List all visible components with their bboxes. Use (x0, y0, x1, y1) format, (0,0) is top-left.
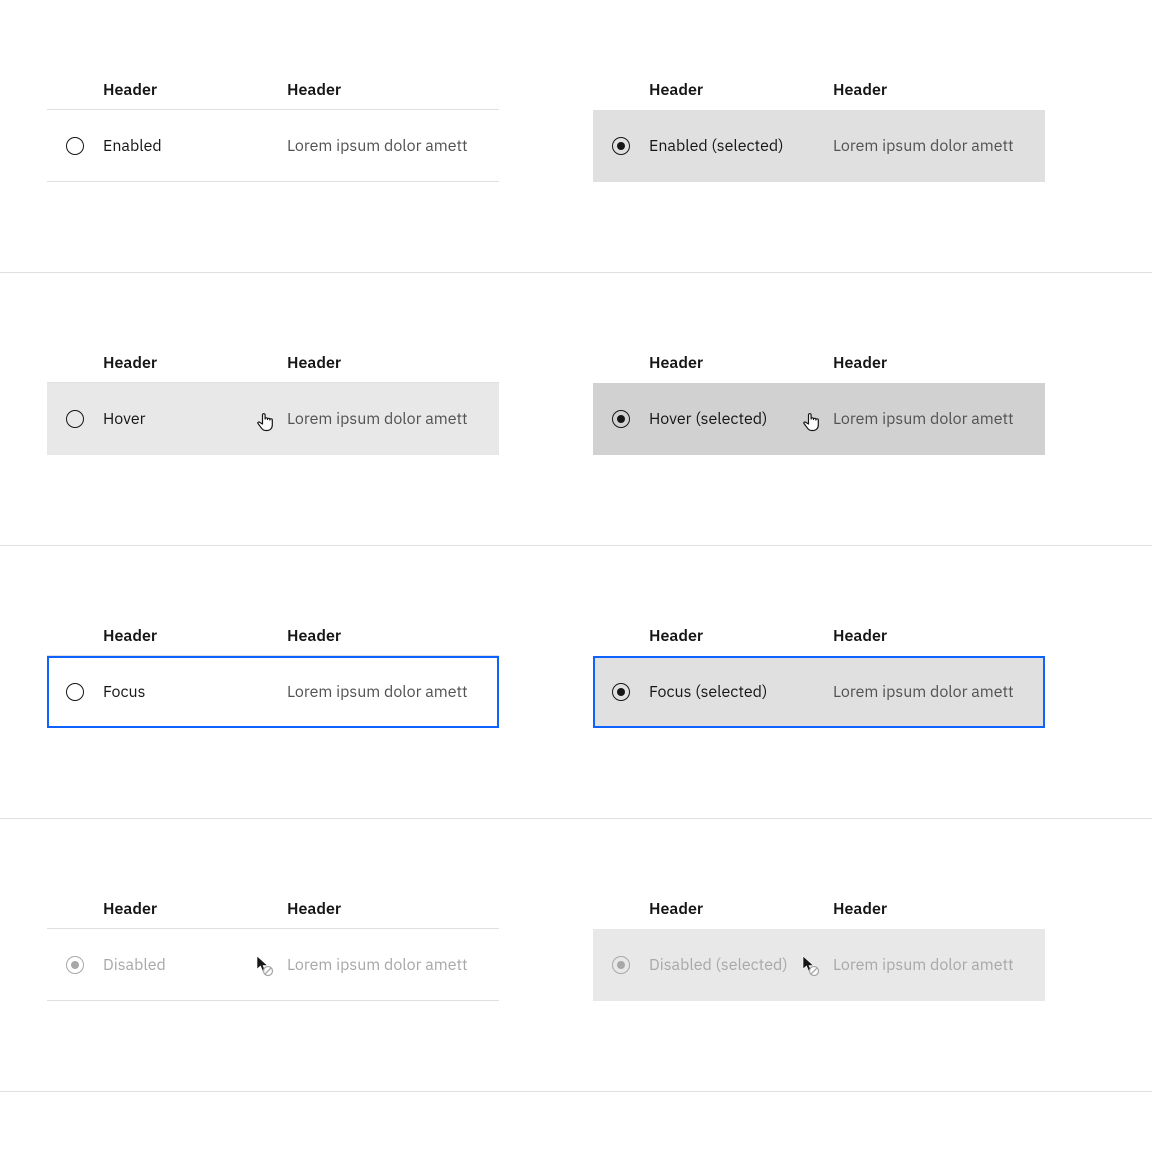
radio-selected-icon[interactable] (612, 410, 630, 428)
state-section-focus: Header Header Focus Lorem ipsum dolor am… (0, 546, 1152, 819)
radio-selected-icon[interactable] (612, 137, 630, 155)
column-header-2: Header (287, 353, 499, 373)
radio-cell[interactable] (47, 410, 103, 428)
radio-cell[interactable] (47, 683, 103, 701)
radio-cell[interactable] (593, 137, 649, 155)
table-header-row: Header Header (593, 343, 1045, 383)
row-text: Lorem ipsum dolor amett (833, 409, 1045, 429)
column-header-2: Header (287, 626, 499, 646)
table-disabled-selected: Header Header Disabled (selected) Lorem … (593, 889, 1045, 1001)
row-text: Lorem ipsum dolor amett (833, 682, 1045, 702)
column-header-2: Header (833, 80, 1045, 100)
table-header-row: Header Header (47, 70, 499, 110)
state-label: Focus (103, 682, 287, 702)
table-header-row: Header Header (593, 70, 1045, 110)
radio-cell (47, 956, 103, 974)
row-text: Lorem ipsum dolor amett (287, 682, 499, 702)
table-hover-selected: Header Header Hover (selected) Lorem ips… (593, 343, 1045, 455)
table-hover-unselected: Header Header Hover Lorem ipsum dolor am… (47, 343, 499, 455)
column-header-1: Header (593, 626, 833, 646)
table-row-disabled: Disabled Lorem ipsum dolor amett (47, 929, 499, 1001)
table-row-disabled-selected: Disabled (selected) Lorem ipsum dolor am… (593, 929, 1045, 1001)
table-header-row: Header Header (47, 889, 499, 929)
column-header-1: Header (47, 353, 287, 373)
radio-icon[interactable] (66, 137, 84, 155)
state-section-hover: Header Header Hover Lorem ipsum dolor am… (0, 273, 1152, 546)
state-section-enabled: Header Header Enabled Lorem ipsum dolor … (0, 0, 1152, 273)
radio-cell[interactable] (593, 410, 649, 428)
column-header-1: Header (47, 626, 287, 646)
not-allowed-cursor-icon (255, 955, 275, 977)
table-row-enabled-selected[interactable]: Enabled (selected) Lorem ipsum dolor ame… (593, 110, 1045, 182)
state-label: Enabled (103, 136, 287, 156)
row-text: Lorem ipsum dolor amett (833, 955, 1045, 975)
table-row-focus[interactable]: Focus Lorem ipsum dolor amett (47, 656, 499, 728)
column-header-1: Header (593, 353, 833, 373)
table-enabled-selected: Header Header Enabled (selected) Lorem i… (593, 70, 1045, 182)
not-allowed-cursor-icon (801, 955, 821, 977)
state-label: Focus (selected) (649, 682, 833, 702)
column-header-1: Header (47, 80, 287, 100)
table-header-row: Header Header (593, 889, 1045, 929)
radio-icon[interactable] (66, 410, 84, 428)
row-text: Lorem ipsum dolor amett (287, 955, 499, 975)
column-header-2: Header (833, 899, 1045, 919)
table-row-hover[interactable]: Hover Lorem ipsum dolor amett (47, 383, 499, 455)
table-header-row: Header Header (47, 616, 499, 656)
table-focus-unselected: Header Header Focus Lorem ipsum dolor am… (47, 616, 499, 728)
column-header-2: Header (833, 353, 1045, 373)
row-text: Lorem ipsum dolor amett (287, 136, 499, 156)
column-header-1: Header (593, 80, 833, 100)
radio-cell (593, 956, 649, 974)
radio-disabled-selected-icon (612, 956, 630, 974)
pointer-cursor-icon (255, 411, 275, 433)
column-header-1: Header (593, 899, 833, 919)
pointer-cursor-icon (801, 411, 821, 433)
column-header-2: Header (287, 80, 499, 100)
state-label: Enabled (selected) (649, 136, 833, 156)
row-text: Lorem ipsum dolor amett (833, 136, 1045, 156)
radio-disabled-icon (66, 956, 84, 974)
radio-selected-icon[interactable] (612, 683, 630, 701)
radio-cell[interactable] (593, 683, 649, 701)
state-section-disabled: Header Header Disabled Lorem ipsum dolor… (0, 819, 1152, 1092)
radio-cell[interactable] (47, 137, 103, 155)
table-row-enabled[interactable]: Enabled Lorem ipsum dolor amett (47, 110, 499, 182)
table-header-row: Header Header (593, 616, 1045, 656)
table-row-focus-selected[interactable]: Focus (selected) Lorem ipsum dolor amett (593, 656, 1045, 728)
table-row-hover-selected[interactable]: Hover (selected) Lorem ipsum dolor amett (593, 383, 1045, 455)
table-disabled-unselected: Header Header Disabled Lorem ipsum dolor… (47, 889, 499, 1001)
column-header-2: Header (287, 899, 499, 919)
row-text: Lorem ipsum dolor amett (287, 409, 499, 429)
table-focus-selected: Header Header Focus (selected) Lorem ips… (593, 616, 1045, 728)
column-header-2: Header (833, 626, 1045, 646)
table-enabled-unselected: Header Header Enabled Lorem ipsum dolor … (47, 70, 499, 182)
radio-icon[interactable] (66, 683, 84, 701)
column-header-1: Header (47, 899, 287, 919)
table-header-row: Header Header (47, 343, 499, 383)
